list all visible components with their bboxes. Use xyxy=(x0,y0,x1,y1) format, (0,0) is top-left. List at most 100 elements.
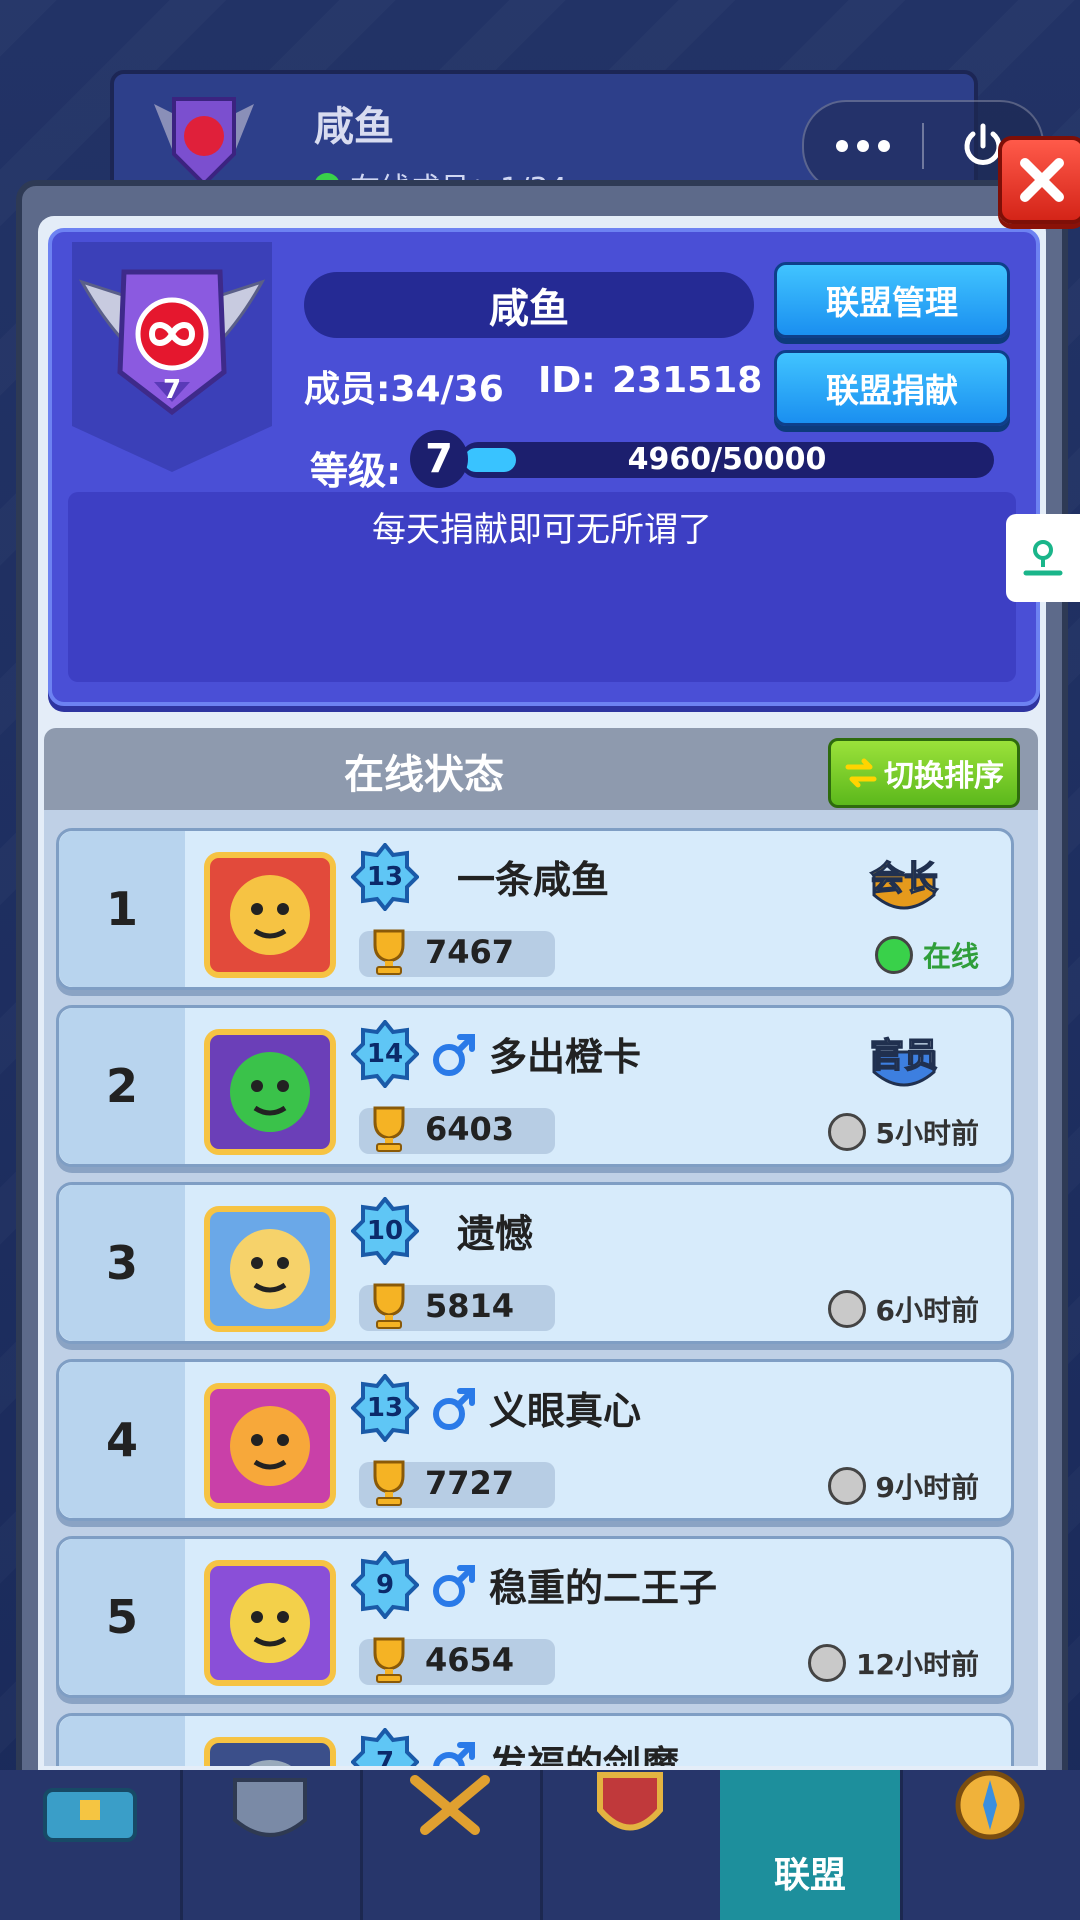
member-row[interactable]: 5 9 稳重的二王子 4654 12小时前 xyxy=(56,1536,1014,1698)
member-avatar xyxy=(204,1383,336,1509)
member-status: 在线 xyxy=(874,935,979,975)
offline-dot-icon xyxy=(827,1113,866,1151)
nav-item-shop[interactable] xyxy=(0,1770,183,1920)
member-status: 6小时前 xyxy=(827,1289,979,1329)
member-list[interactable]: 1 13 一条咸鱼 7467 会长 在线 2 14 多出橙卡 6403 官员 5… xyxy=(44,810,1038,1766)
chest-icon xyxy=(43,1788,137,1842)
role-label: 官员 xyxy=(869,1035,939,1077)
alliance-manage-button[interactable]: 联盟管理 xyxy=(774,262,1010,338)
member-rank: 3 xyxy=(59,1185,185,1341)
sort-button-label: 切换排序 xyxy=(884,759,1004,794)
member-status: 9小时前 xyxy=(827,1466,979,1506)
role-badge: 会长 xyxy=(859,845,949,921)
panel-inner: 7 咸鱼 成员:34/36 ID: 231518 等级: 4960/50000 … xyxy=(38,216,1046,1796)
member-row[interactable]: 3 10 遗憾 5814 6小时前 xyxy=(56,1182,1014,1344)
role-badge: 官员 xyxy=(859,1022,949,1098)
emblem-level-text: 7 xyxy=(163,375,181,405)
member-avatar xyxy=(204,1206,336,1332)
sort-toggle-button[interactable]: 切换排序 xyxy=(828,738,1020,808)
member-trophies: 7467 xyxy=(425,933,515,971)
member-level: 7 xyxy=(375,1747,395,1766)
member-rank: 1 xyxy=(59,831,185,987)
member-status: 12小时前 xyxy=(808,1643,979,1683)
trophy-icon xyxy=(373,929,405,975)
shield-icon xyxy=(597,1772,663,1831)
member-rank: 5 xyxy=(59,1539,185,1695)
role-label: 会长 xyxy=(869,858,939,900)
member-rank: 6 xyxy=(59,1716,185,1766)
status-text: 6小时前 xyxy=(875,1294,979,1327)
user-pin-icon xyxy=(1023,540,1063,576)
alliance-name: 咸鱼 xyxy=(304,272,754,338)
nav-item-cards[interactable] xyxy=(180,1770,363,1920)
swap-arrows-icon xyxy=(845,758,877,788)
member-row[interactable]: 6 7 发福的剑魔 xyxy=(56,1713,1014,1766)
member-trophies: 6403 xyxy=(425,1110,515,1148)
male-icon xyxy=(433,1388,475,1430)
status-text: 在线 xyxy=(922,940,979,973)
offline-dot-icon xyxy=(827,1467,866,1505)
nav-item-ranking[interactable] xyxy=(540,1770,723,1920)
member-trophies: 4654 xyxy=(425,1641,515,1679)
member-level: 10 xyxy=(366,1216,404,1246)
member-row[interactable]: 4 13 义眼真心 7727 9小时前 xyxy=(56,1359,1014,1521)
nav-item-battle[interactable] xyxy=(360,1770,543,1920)
offline-dot-icon xyxy=(827,1290,866,1328)
close-button[interactable] xyxy=(998,136,1080,224)
trophy-icon xyxy=(373,1637,405,1683)
member-rank: 2 xyxy=(59,1008,185,1164)
status-text: 9小时前 xyxy=(875,1471,979,1504)
member-avatar xyxy=(204,1029,336,1155)
nav-item-alliance[interactable]: 联盟 xyxy=(720,1770,903,1920)
member-row[interactable]: 1 13 一条咸鱼 7467 会长 在线 xyxy=(56,828,1014,990)
male-icon xyxy=(433,1565,475,1607)
member-name: 多出橙卡 xyxy=(489,1035,642,1079)
xp-text: 4960/50000 xyxy=(627,442,827,477)
online-dot-icon xyxy=(874,936,913,974)
member-name: 一条咸鱼 xyxy=(457,858,610,902)
alliance-id-label: ID: xyxy=(538,360,596,401)
male-icon xyxy=(433,1742,475,1766)
swords-icon xyxy=(410,1775,490,1835)
member-trophies: 5814 xyxy=(425,1287,515,1325)
alliance-notice: 每天捐献即可无所谓了 xyxy=(68,492,1016,682)
member-avatar xyxy=(204,1560,336,1686)
trophy-icon xyxy=(373,1106,405,1152)
member-status: 5小时前 xyxy=(827,1112,979,1152)
member-level: 14 xyxy=(366,1039,404,1069)
alliance-donate-button[interactable]: 联盟捐献 xyxy=(774,350,1010,426)
background-card-title: 咸鱼 xyxy=(314,104,394,150)
helmet-icon xyxy=(233,1778,307,1837)
level-label: 等级: xyxy=(310,449,402,493)
nav-alliance-label: 联盟 xyxy=(773,1855,846,1896)
alliance-level: 7 xyxy=(410,430,468,488)
alliance-id-value: 231518 xyxy=(612,360,763,401)
bottom-nav: 联盟 xyxy=(0,1770,1080,1920)
member-list-header: 在线状态 切换排序 xyxy=(44,728,1038,810)
status-text: 5小时前 xyxy=(875,1117,979,1150)
member-level: 13 xyxy=(366,1393,404,1423)
member-avatar xyxy=(204,852,336,978)
member-name: 发福的剑魔 xyxy=(489,1743,680,1766)
compass-icon xyxy=(955,1770,1025,1840)
member-rank: 4 xyxy=(59,1362,185,1518)
alliance-header: 7 咸鱼 成员:34/36 ID: 231518 等级: 4960/50000 … xyxy=(48,228,1040,706)
alliance-panel: 7 咸鱼 成员:34/36 ID: 231518 等级: 4960/50000 … xyxy=(16,180,1068,1832)
more-icon[interactable] xyxy=(804,140,922,152)
member-name: 遗憾 xyxy=(457,1212,534,1256)
xp-progress-bar: 4960/50000 xyxy=(460,442,994,478)
list-title: 在线状态 xyxy=(344,752,504,798)
alliance-emblem-icon: 7 xyxy=(78,269,266,416)
member-level: 9 xyxy=(375,1570,395,1600)
member-name: 义眼真心 xyxy=(489,1389,642,1433)
alliance-emblem-icon xyxy=(154,97,254,187)
member-count: 成员:34/36 xyxy=(304,369,504,410)
side-tool-button[interactable] xyxy=(1006,514,1080,602)
nav-item-events[interactable] xyxy=(900,1770,1080,1920)
member-row[interactable]: 2 14 多出橙卡 6403 官员 5小时前 xyxy=(56,1005,1014,1167)
trophy-icon xyxy=(373,1283,405,1329)
member-level: 13 xyxy=(366,862,404,892)
offline-dot-icon xyxy=(808,1644,847,1682)
trophy-icon xyxy=(373,1460,405,1506)
status-text: 12小时前 xyxy=(856,1648,979,1681)
